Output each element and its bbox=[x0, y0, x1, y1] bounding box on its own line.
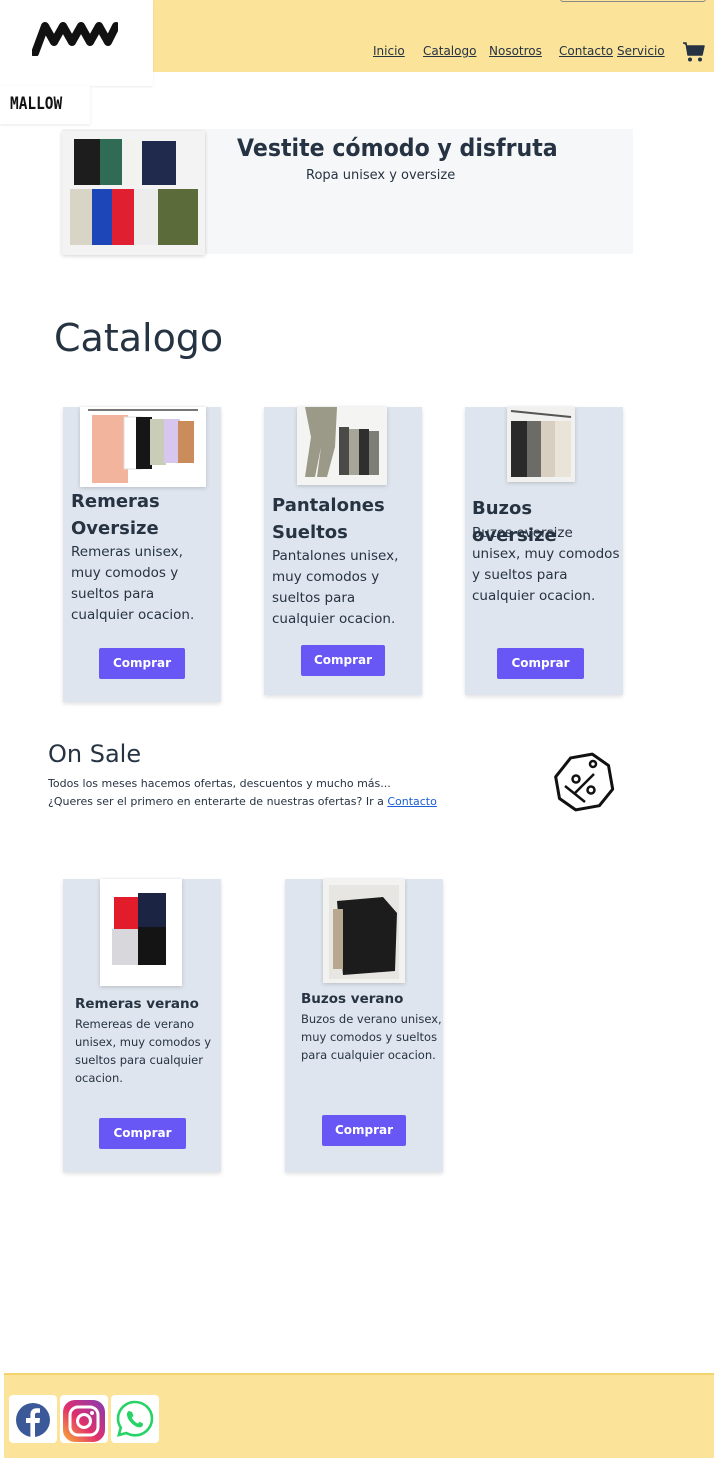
product-image bbox=[80, 407, 206, 487]
tshirts-hanger-image bbox=[80, 407, 206, 487]
summer-hoodies-image bbox=[323, 879, 405, 983]
instagram-icon bbox=[63, 1400, 105, 1442]
header-search-box[interactable] bbox=[560, 0, 706, 2]
hero-subtitle: Ropa unisex y oversize bbox=[306, 168, 456, 183]
buy-button[interactable]: Comprar bbox=[301, 645, 385, 676]
product-image bbox=[297, 407, 387, 485]
mw-logo-icon bbox=[32, 22, 118, 56]
facebook-icon bbox=[16, 1403, 50, 1437]
product-title: Pantalones Sueltos bbox=[272, 495, 385, 543]
buy-button[interactable]: Comprar bbox=[322, 1115, 406, 1146]
hero-image bbox=[62, 131, 205, 255]
product-title: Remeras verano bbox=[75, 996, 199, 1012]
product-image bbox=[507, 407, 575, 482]
contact-link[interactable]: Contacto bbox=[387, 795, 437, 808]
instagram-link[interactable] bbox=[60, 1395, 108, 1443]
facebook-link[interactable] bbox=[9, 1395, 57, 1443]
discount-tag-icon bbox=[554, 752, 615, 812]
product-description: Remereas de verano unisex, muy comodos y… bbox=[75, 1017, 212, 1085]
product-image bbox=[100, 879, 182, 986]
product-title: Buzos verano bbox=[301, 991, 404, 1007]
nav-servicio[interactable]: Servicio bbox=[617, 44, 665, 58]
tshirts-stack-image bbox=[62, 131, 205, 255]
buy-button[interactable]: Comprar bbox=[99, 1118, 186, 1149]
hero-title: Vestite cómodo y disfruta bbox=[237, 134, 558, 162]
product-image bbox=[323, 879, 405, 983]
buy-button[interactable]: Comprar bbox=[497, 648, 584, 679]
sale-line-2: ¿Queres ser el primero en enterarte de n… bbox=[48, 795, 437, 808]
nav-contacto[interactable]: Contacto bbox=[559, 44, 613, 58]
sale-line-2-text: ¿Queres ser el primero en enterarte de n… bbox=[48, 795, 384, 808]
product-title: Remeras Oversize bbox=[71, 491, 160, 539]
hoodies-image bbox=[507, 407, 575, 482]
buy-button[interactable]: Comprar bbox=[99, 648, 185, 679]
whatsapp-link[interactable] bbox=[111, 1395, 159, 1443]
nav-inicio[interactable]: Inicio bbox=[373, 44, 405, 58]
brand-name: MALLOW bbox=[10, 94, 63, 114]
sale-line-1: Todos los meses hacemos ofertas, descuen… bbox=[48, 777, 391, 790]
catalog-title: Catalogo bbox=[54, 316, 224, 360]
pants-image bbox=[297, 407, 387, 485]
nav-catalogo[interactable]: Catalogo bbox=[423, 44, 476, 58]
nav-nosotros[interactable]: Nosotros bbox=[489, 44, 542, 58]
product-description: Remeras unisex, muy comodos y sueltos pa… bbox=[71, 544, 195, 623]
sale-title: On Sale bbox=[48, 740, 142, 768]
product-description: Buzos de verano unisex, muy comodos y su… bbox=[301, 1012, 442, 1062]
product-description: Pantalones unisex, muy comodos y sueltos… bbox=[272, 548, 399, 627]
whatsapp-icon bbox=[116, 1400, 154, 1437]
product-description: Buzos oversize unisex, muy comodos y sue… bbox=[472, 525, 620, 604]
summer-tshirts-image bbox=[100, 879, 182, 986]
cart-icon[interactable] bbox=[682, 40, 706, 64]
logo[interactable] bbox=[0, 0, 153, 86]
